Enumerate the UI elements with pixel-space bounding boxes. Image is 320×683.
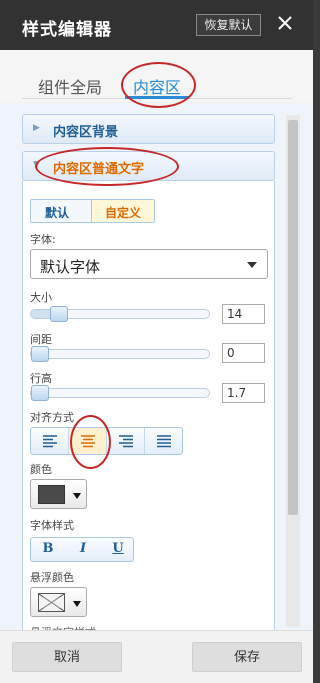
mode-custom-option[interactable]: 自定义 xyxy=(105,204,141,221)
align-left-button[interactable] xyxy=(31,428,69,454)
dropdown-arrow-icon xyxy=(73,493,81,499)
align-left-icon xyxy=(43,435,57,448)
italic-button[interactable]: I xyxy=(66,541,100,556)
spacing-slider-handle[interactable] xyxy=(31,346,49,362)
active-tab-indicator xyxy=(125,96,189,99)
color-swatch xyxy=(38,485,65,504)
reset-defaults-button[interactable]: 恢复默认 xyxy=(196,14,261,36)
font-style-label: 字体样式 xyxy=(30,519,74,532)
size-slider[interactable] xyxy=(30,306,210,322)
align-justify-button[interactable] xyxy=(145,428,183,454)
spacing-slider[interactable] xyxy=(30,346,210,362)
spacing-input[interactable]: 0 xyxy=(222,343,265,363)
underline-button[interactable]: U xyxy=(101,541,135,556)
align-justify-icon xyxy=(157,435,171,448)
mode-toggle: 默认 自定义 xyxy=(30,199,155,223)
line-height-label: 行高 xyxy=(30,372,52,385)
font-style-group: B I U xyxy=(30,537,134,562)
hover-color-label: 悬浮颜色 xyxy=(30,571,74,584)
section-content-text[interactable]: ▼ 内容区普通文字 xyxy=(22,151,275,181)
spacing-label: 间距 xyxy=(30,333,52,346)
size-label: 大小 xyxy=(30,291,52,304)
align-label: 对齐方式 xyxy=(30,411,74,424)
bold-button[interactable]: B xyxy=(31,541,65,556)
style-editor-dialog: 样式编辑器 恢复默认 组件全局 内容区 ▶ 内容区背景 ▼ 内容区普通文字 默认… xyxy=(0,0,313,683)
dropdown-arrow-icon xyxy=(73,601,81,607)
expanded-arrow-icon: ▼ xyxy=(33,160,40,170)
collapsed-arrow-icon: ▶ xyxy=(33,123,40,133)
scrollbar-thumb[interactable] xyxy=(288,120,298,515)
color-label: 颜色 xyxy=(30,463,52,476)
no-color-icon xyxy=(38,593,65,612)
font-select[interactable]: 默认字体 xyxy=(30,249,268,279)
align-center-icon xyxy=(81,435,95,448)
align-right-icon xyxy=(119,435,133,448)
tab-bar: 组件全局 内容区 xyxy=(0,50,313,102)
footer-bar: 取消 保存 xyxy=(0,630,313,683)
section-label-text: 内容区普通文字 xyxy=(53,162,145,177)
mode-default-option[interactable]: 默认 xyxy=(45,204,69,221)
color-picker[interactable] xyxy=(30,479,87,509)
hover-color-picker[interactable] xyxy=(30,587,87,617)
align-right-button[interactable] xyxy=(107,428,145,454)
dialog-title: 样式编辑器 xyxy=(22,20,112,40)
line-height-input[interactable]: 1.7 xyxy=(222,383,265,403)
section-label-background: 内容区背景 xyxy=(53,125,119,140)
line-height-slider[interactable] xyxy=(30,385,210,401)
tab-content-area[interactable]: 内容区 xyxy=(133,74,181,98)
tab-global[interactable]: 组件全局 xyxy=(38,74,102,98)
save-button[interactable]: 保存 xyxy=(192,642,302,672)
title-bar: 样式编辑器 恢复默认 xyxy=(0,0,313,50)
align-center-button[interactable] xyxy=(69,428,107,454)
close-icon[interactable] xyxy=(275,11,295,35)
size-slider-handle[interactable] xyxy=(50,306,69,322)
section-content-background[interactable]: ▶ 内容区背景 xyxy=(22,114,275,144)
align-button-group xyxy=(30,427,183,455)
font-select-value: 默认字体 xyxy=(40,258,101,276)
size-input[interactable]: 14 xyxy=(222,304,265,324)
cancel-button[interactable]: 取消 xyxy=(12,642,122,672)
line-height-slider-handle[interactable] xyxy=(31,385,49,401)
font-label: 字体: xyxy=(30,233,56,246)
chevron-down-icon xyxy=(247,262,257,268)
